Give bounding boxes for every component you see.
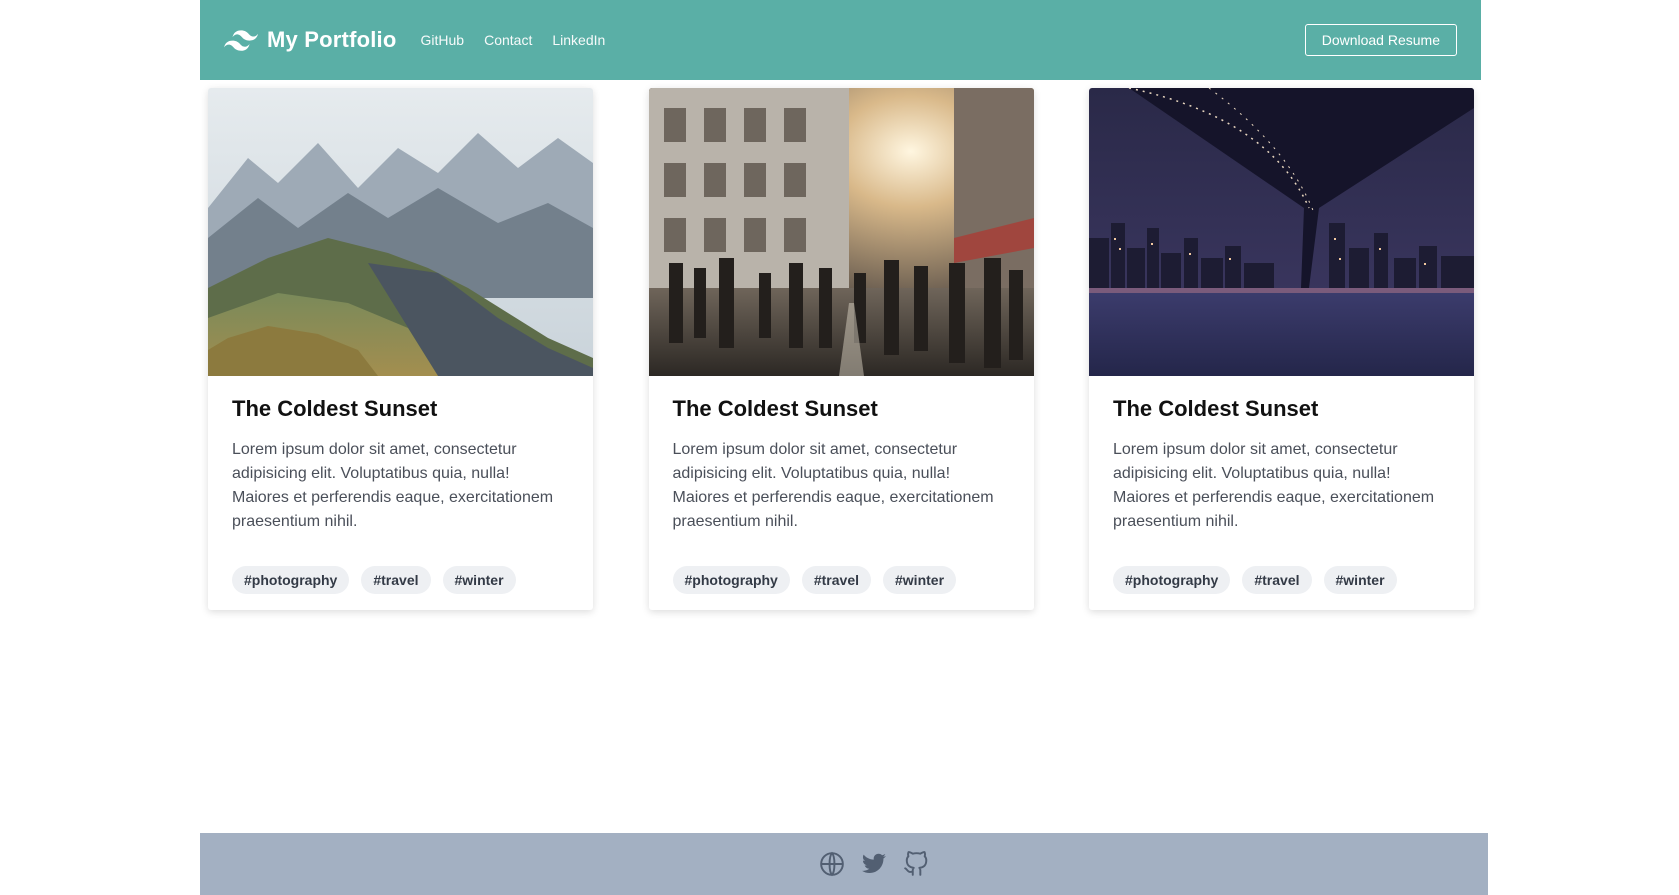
card-title: The Coldest Sunset <box>232 396 438 421</box>
tag-winter[interactable]: #winter <box>883 566 957 594</box>
nav-link-contact[interactable]: Contact <box>484 32 532 48</box>
tag-travel[interactable]: #travel <box>801 566 871 594</box>
card-body: The Coldest Sunset Lorem ipsum dolor sit… <box>649 376 1034 534</box>
tag-travel[interactable]: #travel <box>1242 566 1312 594</box>
tag-photography[interactable]: #photography <box>1113 566 1231 594</box>
globe-icon[interactable] <box>819 851 845 877</box>
card-title: The Coldest Sunset <box>672 396 878 421</box>
bridge-night-skyline-photo <box>1089 88 1474 376</box>
card-tags: #photography #travel #winter <box>1089 534 1474 610</box>
navbar: My Portfolio GitHub Contact LinkedIn Dow… <box>200 0 1481 80</box>
tag-winter[interactable]: #winter <box>442 566 516 594</box>
github-icon[interactable] <box>903 851 929 877</box>
wave-logo-icon <box>224 30 258 51</box>
card-tags: #photography #travel #winter <box>208 534 593 610</box>
twitter-icon[interactable] <box>861 851 887 877</box>
city-street-sunset-photo <box>648 88 1034 376</box>
footer-social-icons <box>811 851 937 877</box>
download-resume-button[interactable]: Download Resume <box>1304 24 1457 56</box>
card: The Coldest Sunset Lorem ipsum dolor sit… <box>1089 88 1474 610</box>
card-text: Lorem ipsum dolor sit amet, consectetur … <box>1113 441 1435 530</box>
tag-photography[interactable]: #photography <box>672 566 790 594</box>
nav-links: GitHub Contact LinkedIn <box>421 32 626 48</box>
card-text: Lorem ipsum dolor sit amet, consectetur … <box>232 441 554 530</box>
mountain-landscape-photo <box>208 88 593 376</box>
card-tags: #photography #travel #winter <box>649 534 1034 610</box>
nav-link-github[interactable]: GitHub <box>421 32 465 48</box>
footer <box>200 833 1488 895</box>
nav-link-linkedin[interactable]: LinkedIn <box>552 32 605 48</box>
brand-link[interactable]: My Portfolio <box>224 27 397 53</box>
card-body: The Coldest Sunset Lorem ipsum dolor sit… <box>1089 376 1474 534</box>
tag-winter[interactable]: #winter <box>1323 566 1397 594</box>
tag-photography[interactable]: #photography <box>232 566 350 594</box>
card: The Coldest Sunset Lorem ipsum dolor sit… <box>648 88 1034 610</box>
card-title: The Coldest Sunset <box>1113 396 1319 421</box>
card-text: Lorem ipsum dolor sit amet, consectetur … <box>672 441 994 530</box>
card: The Coldest Sunset Lorem ipsum dolor sit… <box>208 88 593 610</box>
brand-title: My Portfolio <box>267 27 397 52</box>
card-grid: The Coldest Sunset Lorem ipsum dolor sit… <box>208 88 1474 610</box>
card-body: The Coldest Sunset Lorem ipsum dolor sit… <box>208 376 593 534</box>
tag-travel[interactable]: #travel <box>361 566 431 594</box>
